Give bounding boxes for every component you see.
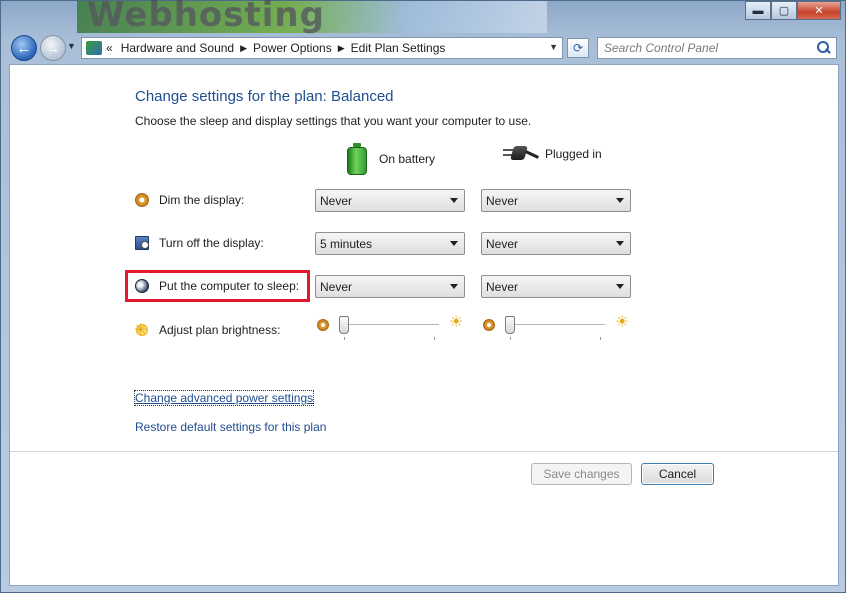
bright-sun-icon: ☀	[449, 314, 464, 331]
maximize-button[interactable]: ▢	[771, 1, 797, 20]
window-frame: Webhosting ▬ ▢ ✕ ← → ▼ « Hardware and So…	[0, 0, 846, 593]
breadcrumb-power-options[interactable]: Power Options	[253, 41, 332, 55]
dim-sun-icon	[317, 319, 329, 331]
slider-tick	[434, 337, 435, 340]
brightness-plugged-slider[interactable]: ☀	[483, 314, 633, 340]
dropdown-arrow-icon	[450, 198, 458, 203]
close-button[interactable]: ✕	[797, 1, 841, 20]
slider-thumb[interactable]	[505, 316, 515, 334]
sleep-label: Put the computer to sleep:	[159, 279, 300, 293]
on-battery-header: On battery	[347, 143, 435, 175]
title-bar: Webhosting ▬ ▢ ✕	[1, 0, 846, 35]
search-input[interactable]: Search Control Panel	[597, 37, 837, 59]
dropdown-arrow-icon	[450, 284, 458, 289]
page-subtitle: Choose the sleep and display settings th…	[135, 114, 532, 128]
cancel-button[interactable]: Cancel	[641, 463, 714, 485]
dim-display-row: Dim the display:	[135, 188, 244, 212]
dropdown-arrow-icon	[450, 241, 458, 246]
dropdown-arrow-icon	[616, 284, 624, 289]
title-banner: Webhosting	[77, 0, 547, 35]
breadcrumb-overflow-icon[interactable]: «	[106, 41, 113, 55]
forward-button[interactable]: →	[40, 35, 66, 61]
sleep-plugged-select[interactable]: Never	[481, 275, 631, 298]
address-dropdown-icon[interactable]: ▼	[549, 42, 558, 52]
plugged-in-header: Plugged in	[503, 143, 602, 165]
divider	[10, 451, 838, 452]
control-panel-icon	[86, 41, 102, 55]
slider-tick	[344, 337, 345, 340]
slider-track	[505, 324, 605, 326]
restore-defaults-link[interactable]: Restore default settings for this plan	[135, 420, 326, 434]
search-placeholder: Search Control Panel	[604, 41, 719, 55]
breadcrumb-separator-icon[interactable]: ▶	[240, 43, 247, 54]
advanced-power-settings-link[interactable]: Change advanced power settings	[133, 390, 315, 406]
dropdown-arrow-icon	[616, 241, 624, 246]
battery-icon	[347, 143, 367, 175]
dim-display-plugged-value: Never	[486, 193, 519, 208]
turn-off-display-row: Turn off the display:	[135, 231, 264, 255]
turn-off-display-plugged-value: Never	[486, 236, 519, 251]
brightness-label: Adjust plan brightness:	[159, 323, 281, 337]
monitor-clock-icon	[135, 236, 149, 250]
navigation-bar: ← → ▼ « Hardware and Sound ▶ Power Optio…	[1, 33, 846, 63]
power-plug-icon	[503, 143, 539, 165]
dropdown-arrow-icon	[616, 198, 624, 203]
breadcrumb-hardware-and-sound[interactable]: Hardware and Sound	[121, 41, 234, 55]
page-title: Change settings for the plan: Balanced	[135, 88, 394, 105]
sleep-battery-value: Never	[320, 279, 353, 294]
slider-tick	[510, 337, 511, 340]
save-changes-button[interactable]: Save changes	[531, 463, 632, 485]
brightness-sun-icon	[134, 320, 149, 340]
minimize-button[interactable]: ▬	[745, 1, 771, 20]
slider-track	[339, 324, 439, 326]
search-icon[interactable]	[817, 41, 831, 55]
brightness-battery-slider[interactable]: ☀	[317, 314, 467, 340]
dim-display-battery-value: Never	[320, 193, 353, 208]
recent-pages-dropdown-icon[interactable]: ▼	[67, 41, 76, 51]
breadcrumb-edit-plan-settings[interactable]: Edit Plan Settings	[351, 41, 446, 55]
window-controls: ▬ ▢ ✕	[745, 1, 841, 20]
slider-tick	[600, 337, 601, 340]
slider-thumb[interactable]	[339, 316, 349, 334]
sleep-plugged-value: Never	[486, 279, 519, 294]
refresh-button[interactable]: ⟳	[567, 38, 589, 58]
dim-display-battery-select[interactable]: Never	[315, 189, 465, 212]
dim-sun-icon	[483, 319, 495, 331]
back-button[interactable]: ←	[11, 35, 37, 61]
turn-off-display-battery-select[interactable]: 5 minutes	[315, 232, 465, 255]
dim-display-label: Dim the display:	[159, 193, 245, 207]
sleep-row: Put the computer to sleep:	[135, 274, 299, 298]
turn-off-display-battery-value: 5 minutes	[320, 236, 373, 251]
dim-display-icon	[135, 193, 149, 207]
banner-text: Webhosting	[87, 0, 325, 35]
sleep-battery-select[interactable]: Never	[315, 275, 465, 298]
plugged-in-label: Plugged in	[545, 147, 602, 161]
turn-off-display-plugged-select[interactable]: Never	[481, 232, 631, 255]
main-content: Change settings for the plan: Balanced C…	[9, 64, 839, 586]
turn-off-display-label: Turn off the display:	[159, 236, 264, 250]
on-battery-label: On battery	[379, 152, 436, 166]
bright-sun-icon: ☀	[615, 314, 630, 331]
sleep-moon-icon	[135, 279, 149, 293]
dim-display-plugged-select[interactable]: Never	[481, 189, 631, 212]
breadcrumb-separator-icon[interactable]: ▶	[338, 43, 345, 54]
brightness-row: Adjust plan brightness:	[134, 318, 281, 342]
address-bar[interactable]: « Hardware and Sound ▶ Power Options ▶ E…	[81, 37, 563, 59]
